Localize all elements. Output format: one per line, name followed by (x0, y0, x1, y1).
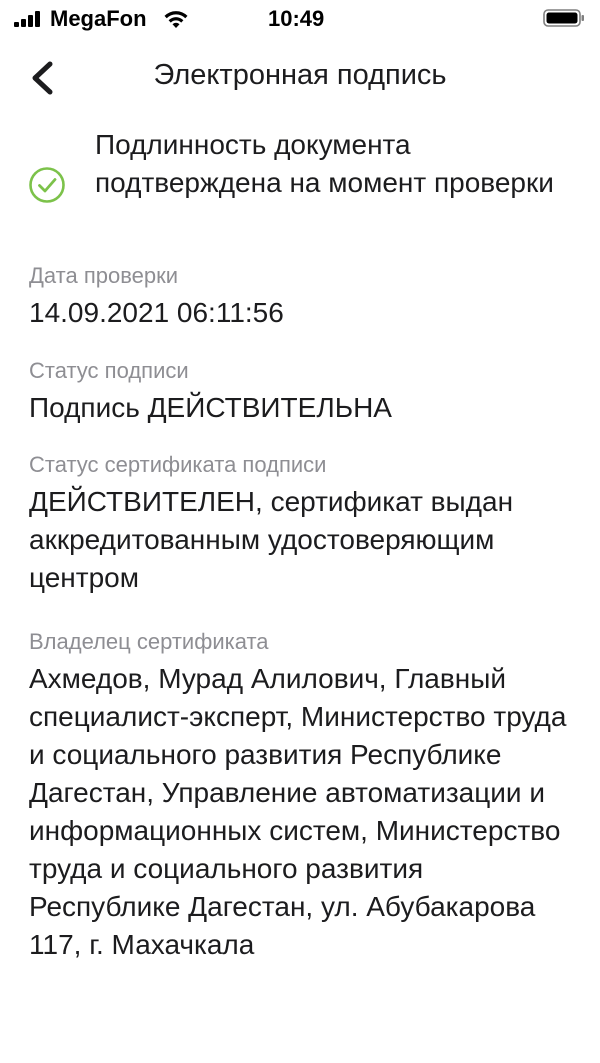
check-date-label: Дата проверки (29, 263, 179, 288)
signature-status-label: Статус подписи (29, 358, 189, 383)
clock: 10:49 (268, 6, 325, 31)
certificate-status-value: ДЕЙСТВИТЕЛЕН, сертификат выдан аккредито… (29, 486, 514, 593)
signal-icon (14, 11, 44, 27)
certificate-owner-value: Ахмедов, Мурад Алилович, Главный специал… (29, 663, 567, 960)
page-title: Электронная подпись (153, 59, 447, 91)
certificate-owner-field: Владелец сертификата Ахмедов, Мурад Алил… (29, 628, 579, 964)
check-date-value: 14.09.2021 06:11:56 (29, 297, 284, 328)
signature-status-field: Статус подписи Подпись ДЕЙСТВИТЕЛЬНА (29, 357, 579, 427)
carrier-name: MegaFon (50, 6, 147, 31)
check-circle-icon (29, 167, 65, 203)
wifi-icon (164, 11, 188, 28)
status-bar: MegaFon 10:49 (0, 0, 600, 40)
certificate-status-label: Статус сертификата подписи (29, 452, 327, 477)
battery-icon (543, 9, 584, 27)
certificate-status-field: Статус сертификата подписи ДЕЙСТВИТЕЛЕН,… (29, 451, 579, 597)
verification-status: Подлинность документа подтверждена на мо… (95, 129, 554, 198)
signature-status-value: Подпись ДЕЙСТВИТЕЛЬНА (29, 392, 392, 423)
certificate-owner-label: Владелец сертификата (29, 629, 269, 654)
check-date-field: Дата проверки 14.09.2021 06:11:56 (29, 262, 579, 332)
